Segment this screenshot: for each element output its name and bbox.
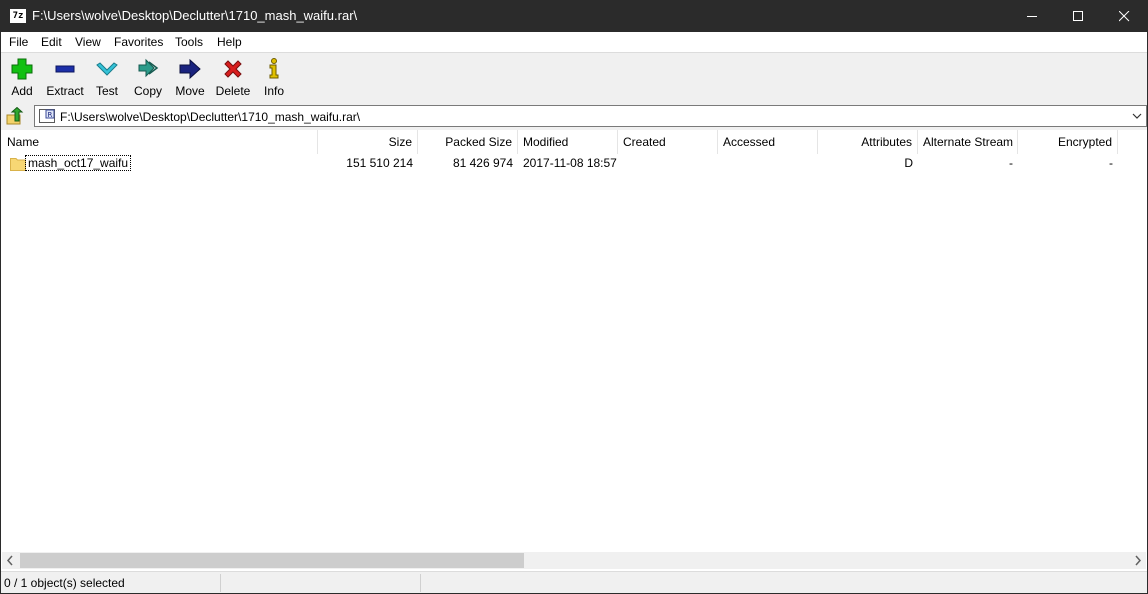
scroll-left-button[interactable] [2,552,19,569]
column-attributes[interactable]: Attributes [818,130,918,154]
move-label: Move [175,84,205,98]
row-created [618,154,718,172]
status-bar: 0 / 1 object(s) selected [1,571,1147,593]
menu-tools[interactable]: Tools [175,35,203,49]
add-button[interactable]: Add [7,57,37,101]
row-alternate-stream: - [1009,156,1013,170]
minimize-button[interactable] [1009,1,1055,32]
test-button[interactable]: Test [93,57,121,101]
column-modified[interactable]: Modified [518,130,618,154]
status-selection: 0 / 1 object(s) selected [1,574,221,592]
close-button[interactable] [1101,1,1147,32]
info-icon [269,58,279,79]
row-encrypted: - [1109,156,1113,170]
svg-text:R: R [48,111,53,119]
delete-button[interactable]: Delete [214,57,252,101]
archive-icon: R [39,109,55,123]
arrow-right-icon [179,58,201,80]
column-encrypted[interactable]: Encrypted [1018,130,1118,154]
table-row[interactable]: mash_oct17_waifu 151 510 214 81 426 974 … [2,154,1146,172]
test-label: Test [95,84,118,98]
title-bar[interactable]: 7z F:\Users\wolve\Desktop\Declutter\1710… [1,1,1147,32]
app-window: 7z F:\Users\wolve\Desktop\Declutter\1710… [0,0,1148,594]
delete-label: Delete [215,84,251,98]
column-alternate-stream[interactable]: Alternate Stream [918,130,1018,154]
column-size[interactable]: Size [318,130,418,154]
horizontal-scrollbar[interactable] [2,552,1146,569]
add-label: Add [11,84,33,98]
menu-bar: File Edit View Favorites Tools Help [1,32,1147,52]
copy-button[interactable]: Copy [132,57,164,101]
window-title: F:\Users\wolve\Desktop\Declutter\1710_ma… [32,8,358,23]
column-created[interactable]: Created [618,130,718,154]
row-name: mash_oct17_waifu [25,155,132,171]
extract-button[interactable]: Extract [44,57,86,101]
double-arrow-icon [138,58,159,78]
menu-file[interactable]: File [9,35,28,49]
maximize-icon [1073,11,1083,21]
arrow-right-small-icon [1135,555,1142,566]
address-bar[interactable]: R F:\Users\wolve\Desktop\Declutter\1710_… [34,105,1147,127]
row-size: 151 510 214 [346,156,413,170]
column-name[interactable]: Name [2,130,318,154]
scrollbar-thumb[interactable] [20,553,524,568]
column-accessed[interactable]: Accessed [718,130,818,154]
up-folder-button[interactable] [6,106,24,125]
minimize-icon [1027,16,1037,17]
check-icon [96,62,118,76]
file-list[interactable]: Name Size Packed Size Modified Created A… [2,130,1146,552]
folder-up-icon [6,106,24,125]
plus-icon [11,58,33,80]
status-pane-2 [221,574,421,592]
menu-favorites[interactable]: Favorites [114,35,163,49]
address-row: R F:\Users\wolve\Desktop\Declutter\1710_… [1,102,1147,130]
row-accessed [718,154,818,172]
copy-label: Copy [133,84,162,98]
row-attributes: D [904,156,913,170]
row-modified: 2017-11-08 18:57 [523,156,617,170]
row-packed-size: 81 426 974 [452,156,513,170]
address-path: F:\Users\wolve\Desktop\Declutter\1710_ma… [60,110,361,124]
menu-view[interactable]: View [75,35,101,49]
folder-icon [10,158,26,171]
menu-help[interactable]: Help [217,35,242,49]
info-label: Info [263,84,284,98]
extract-label: Extract [46,84,84,98]
app-logo-icon: 7z [10,9,26,23]
close-icon [1119,11,1130,22]
x-icon [224,60,242,78]
arrow-left-icon [6,555,13,566]
status-pane-3 [421,574,1147,592]
toolbar: Add Extract Test Copy Move Delete Info [1,52,1147,102]
move-button[interactable]: Move [173,57,207,101]
column-packed-size[interactable]: Packed Size [418,130,518,154]
scroll-right-button[interactable] [1129,552,1146,569]
minus-icon [55,65,75,73]
info-button[interactable]: Info [261,57,287,101]
chevron-down-icon[interactable] [1132,112,1142,120]
menu-edit[interactable]: Edit [41,35,62,49]
maximize-button[interactable] [1055,1,1101,32]
